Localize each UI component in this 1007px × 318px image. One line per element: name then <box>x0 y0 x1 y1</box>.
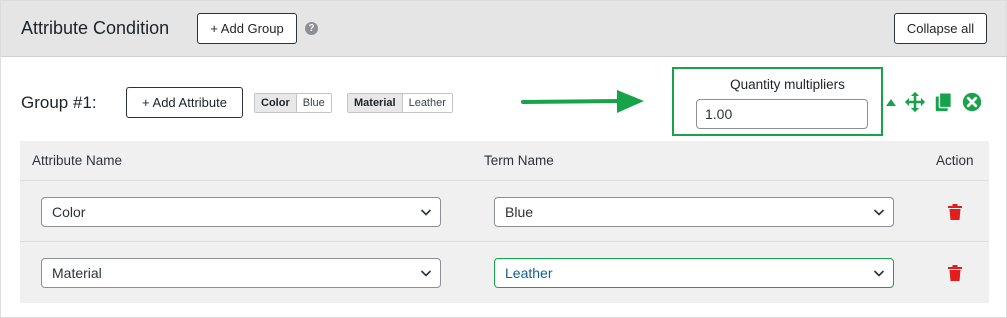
term-select[interactable]: Leather <box>494 258 894 288</box>
caret-up-icon[interactable] <box>886 99 896 106</box>
attribute-select-value: Material <box>52 265 102 281</box>
add-attribute-button[interactable]: + Add Attribute <box>126 87 243 118</box>
delete-row-icon[interactable] <box>948 265 962 281</box>
table-row: Color Blue <box>20 182 989 242</box>
quantity-multiplier-highlight: Quantity multipliers 1.00 <box>672 67 883 136</box>
add-group-button[interactable]: + Add Group <box>197 13 297 44</box>
term-select[interactable]: Blue <box>494 197 894 227</box>
attribute-table: Attribute Name Term Name Action Color Bl… <box>20 141 989 303</box>
quantity-multiplier-label: Quantity multipliers <box>730 77 845 92</box>
move-icon[interactable] <box>904 91 926 113</box>
attribute-chip-color: Color Blue <box>254 93 332 113</box>
annotation-arrow-icon <box>521 90 644 113</box>
chip-key: Color <box>255 94 297 112</box>
column-header-action: Action <box>936 153 974 168</box>
attribute-select[interactable]: Color <box>41 197 441 227</box>
column-header-term: Term Name <box>484 153 554 168</box>
term-select-value: Blue <box>505 204 534 220</box>
chip-value: Blue <box>296 94 331 112</box>
chip-key: Material <box>348 94 403 112</box>
group-title: Group #1: <box>21 93 97 112</box>
copy-icon[interactable] <box>933 91 955 113</box>
table-row: Material Leather <box>20 243 989 303</box>
delete-row-icon[interactable] <box>948 204 962 220</box>
chip-value: Leather <box>402 94 452 112</box>
attribute-condition-panel: Attribute Condition + Add Group ? Collap… <box>0 0 1007 318</box>
collapse-all-button[interactable]: Collapse all <box>894 13 987 44</box>
panel-header: Attribute Condition + Add Group ? Collap… <box>1 1 1006 57</box>
chevron-down-icon <box>420 209 432 216</box>
column-header-attribute: Attribute Name <box>32 153 123 168</box>
chevron-down-icon <box>873 209 885 216</box>
attribute-chip-material: Material Leather <box>347 93 453 113</box>
quantity-multiplier-input[interactable]: 1.00 <box>696 99 868 129</box>
attribute-select-value: Color <box>52 204 86 220</box>
term-select-value: Leather <box>505 265 553 281</box>
remove-icon[interactable] <box>961 91 983 113</box>
chevron-down-icon <box>420 270 432 277</box>
help-icon[interactable]: ? <box>305 22 318 35</box>
attribute-select[interactable]: Material <box>41 258 441 288</box>
chevron-down-icon <box>873 270 885 277</box>
panel-title: Attribute Condition <box>21 18 170 38</box>
table-header: Attribute Name Term Name Action <box>20 141 989 181</box>
